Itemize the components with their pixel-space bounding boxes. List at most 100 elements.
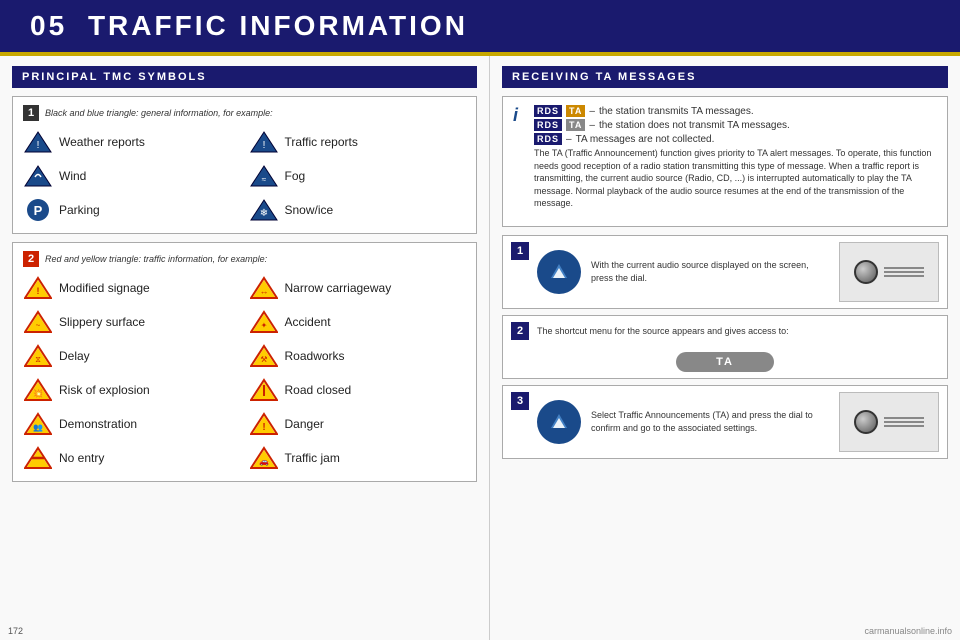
modified-signage-label: Modified signage xyxy=(59,281,150,295)
rds-text-2: the station does not transmit TA message… xyxy=(599,120,790,131)
red-triangle-icon: 👥 xyxy=(23,411,53,437)
svg-text:✦: ✦ xyxy=(260,321,267,330)
narrow-carriageway-label: Narrow carriageway xyxy=(285,281,392,295)
dial-knob-1 xyxy=(854,260,878,284)
list-item: ! Weather reports xyxy=(23,127,241,157)
weather-reports-label: Weather reports xyxy=(59,135,145,149)
step-box-3: 3 Select Traffic Announcements (TA) and … xyxy=(502,385,948,459)
step-box-2: 2 The shortcut menu for the source appea… xyxy=(502,315,948,379)
step-2-text: The shortcut menu for the source appears… xyxy=(537,325,939,338)
rds-row-3: RDS – TA messages are not collected. xyxy=(534,133,937,145)
blue-triangle-icon: ! xyxy=(23,129,53,155)
dial-arrow-button-3[interactable] xyxy=(537,400,581,444)
display-lines-1 xyxy=(884,267,924,277)
blue-snow-icon: ❄ xyxy=(249,197,279,223)
tmc-box-2: 2 Red and yellow triangle: traffic infor… xyxy=(12,242,477,482)
display-line xyxy=(884,271,924,273)
box-num-2: 2 xyxy=(23,251,39,267)
list-item: Road closed xyxy=(249,375,467,405)
red-triangle-icon: 🚗 xyxy=(249,445,279,471)
svg-text:💥: 💥 xyxy=(33,388,43,398)
svg-text:❄: ❄ xyxy=(259,208,267,219)
display-line xyxy=(884,425,924,427)
step-3-text: Select Traffic Announcements (TA) and pr… xyxy=(591,409,829,434)
red-triangle-icon xyxy=(249,377,279,403)
display-line xyxy=(884,267,924,269)
list-item: 💥 Risk of explosion xyxy=(23,375,241,405)
page-header: 05 TRAFFIC INFORMATION xyxy=(0,0,960,56)
list-item: Wind xyxy=(23,161,241,191)
display-line xyxy=(884,275,924,277)
ta-badge-2: TA xyxy=(566,119,585,131)
snow-ice-label: Snow/ice xyxy=(285,203,334,217)
step-num-1: 1 xyxy=(511,242,529,260)
red-triangle-icon: ✦ xyxy=(249,309,279,335)
knob-display-1 xyxy=(839,242,939,302)
list-item: ~ Slippery surface xyxy=(23,307,241,337)
list-item: ✦ Accident xyxy=(249,307,467,337)
step-1-text: With the current audio source displayed … xyxy=(591,259,829,284)
traffic-jam-label: Traffic jam xyxy=(285,451,340,465)
rds-dash-1: – xyxy=(589,106,595,117)
list-item: No entry xyxy=(23,443,241,473)
no-entry-label: No entry xyxy=(59,451,104,465)
list-item: ⚒ Roadworks xyxy=(249,341,467,371)
traffic-reports-label: Traffic reports xyxy=(285,135,358,149)
dial-knob-3 xyxy=(854,410,878,434)
list-item: ! Modified signage xyxy=(23,273,241,303)
tmc-box-1: 1 Black and blue triangle: general infor… xyxy=(12,96,477,234)
left-section-title: PRINCIPAL TMC SYMBOLS xyxy=(12,66,477,88)
roadworks-label: Roadworks xyxy=(285,349,345,363)
step-1-content: With the current audio source displayed … xyxy=(537,242,939,302)
chapter-number: 05 xyxy=(30,10,67,41)
knob-display-3 xyxy=(839,392,939,452)
red-triangle-icon: ~ xyxy=(23,309,53,335)
svg-text:!: ! xyxy=(37,286,40,296)
box-label-1: Black and blue triangle: general informa… xyxy=(45,108,273,118)
fog-label: Fog xyxy=(285,169,306,183)
step-3-content: Select Traffic Announcements (TA) and pr… xyxy=(537,392,939,452)
red-triangle-icon xyxy=(23,445,53,471)
red-triangle-icon: 💥 xyxy=(23,377,53,403)
list-item: ↔ Narrow carriageway xyxy=(249,273,467,303)
list-item: 🚗 Traffic jam xyxy=(249,443,467,473)
main-layout: PRINCIPAL TMC SYMBOLS 1 Black and blue t… xyxy=(0,56,960,640)
list-item: ❄ Snow/ice xyxy=(249,195,467,225)
red-triangle-icon: ↔ xyxy=(249,275,279,301)
red-triangle-icon: ⧖ xyxy=(23,343,53,369)
red-triangle-icon: ! xyxy=(23,275,53,301)
rds-badge-2: RDS xyxy=(534,119,562,131)
step-num-2: 2 xyxy=(511,322,529,340)
danger-label: Danger xyxy=(285,417,324,431)
svg-text:↔: ↔ xyxy=(259,286,268,296)
rds-dash-3: – xyxy=(566,134,572,145)
rds-dash-2: – xyxy=(589,120,595,131)
rds-badge-3: RDS xyxy=(534,133,562,145)
box2-icon-grid: ! Modified signage ↔ Narrow carriageway … xyxy=(23,273,466,473)
svg-text:!: ! xyxy=(37,140,40,151)
svg-text:P: P xyxy=(34,203,43,218)
display-line xyxy=(884,417,924,419)
ta-badge-1: TA xyxy=(566,105,585,117)
dial-arrow-button-1[interactable] xyxy=(537,250,581,294)
list-item: ⧖ Delay xyxy=(23,341,241,371)
list-item: ! Danger xyxy=(249,409,467,439)
list-item: ! Traffic reports xyxy=(249,127,467,157)
rds-text-1: the station transmits TA messages. xyxy=(599,106,754,117)
blue-triangle-icon: ! xyxy=(249,129,279,155)
svg-text:🚗: 🚗 xyxy=(259,457,269,466)
svg-text:~: ~ xyxy=(36,321,41,330)
svg-text:⧖: ⧖ xyxy=(35,355,41,364)
ta-pill-label: TA xyxy=(716,356,734,368)
svg-text:!: ! xyxy=(262,140,265,151)
rds-row-1: RDS TA – the station transmits TA messag… xyxy=(534,105,937,117)
svg-text:⚒: ⚒ xyxy=(260,355,267,364)
left-panel: PRINCIPAL TMC SYMBOLS 1 Black and blue t… xyxy=(0,56,490,640)
box-num-1: 1 xyxy=(23,105,39,121)
blue-triangle-icon: ≈ xyxy=(249,163,279,189)
blue-p-icon: P xyxy=(23,197,53,223)
rds-text-3: TA messages are not collected. xyxy=(576,134,715,145)
ta-menu-pill[interactable]: TA xyxy=(676,352,774,372)
display-lines-3 xyxy=(884,417,924,427)
svg-text:!: ! xyxy=(262,422,265,433)
